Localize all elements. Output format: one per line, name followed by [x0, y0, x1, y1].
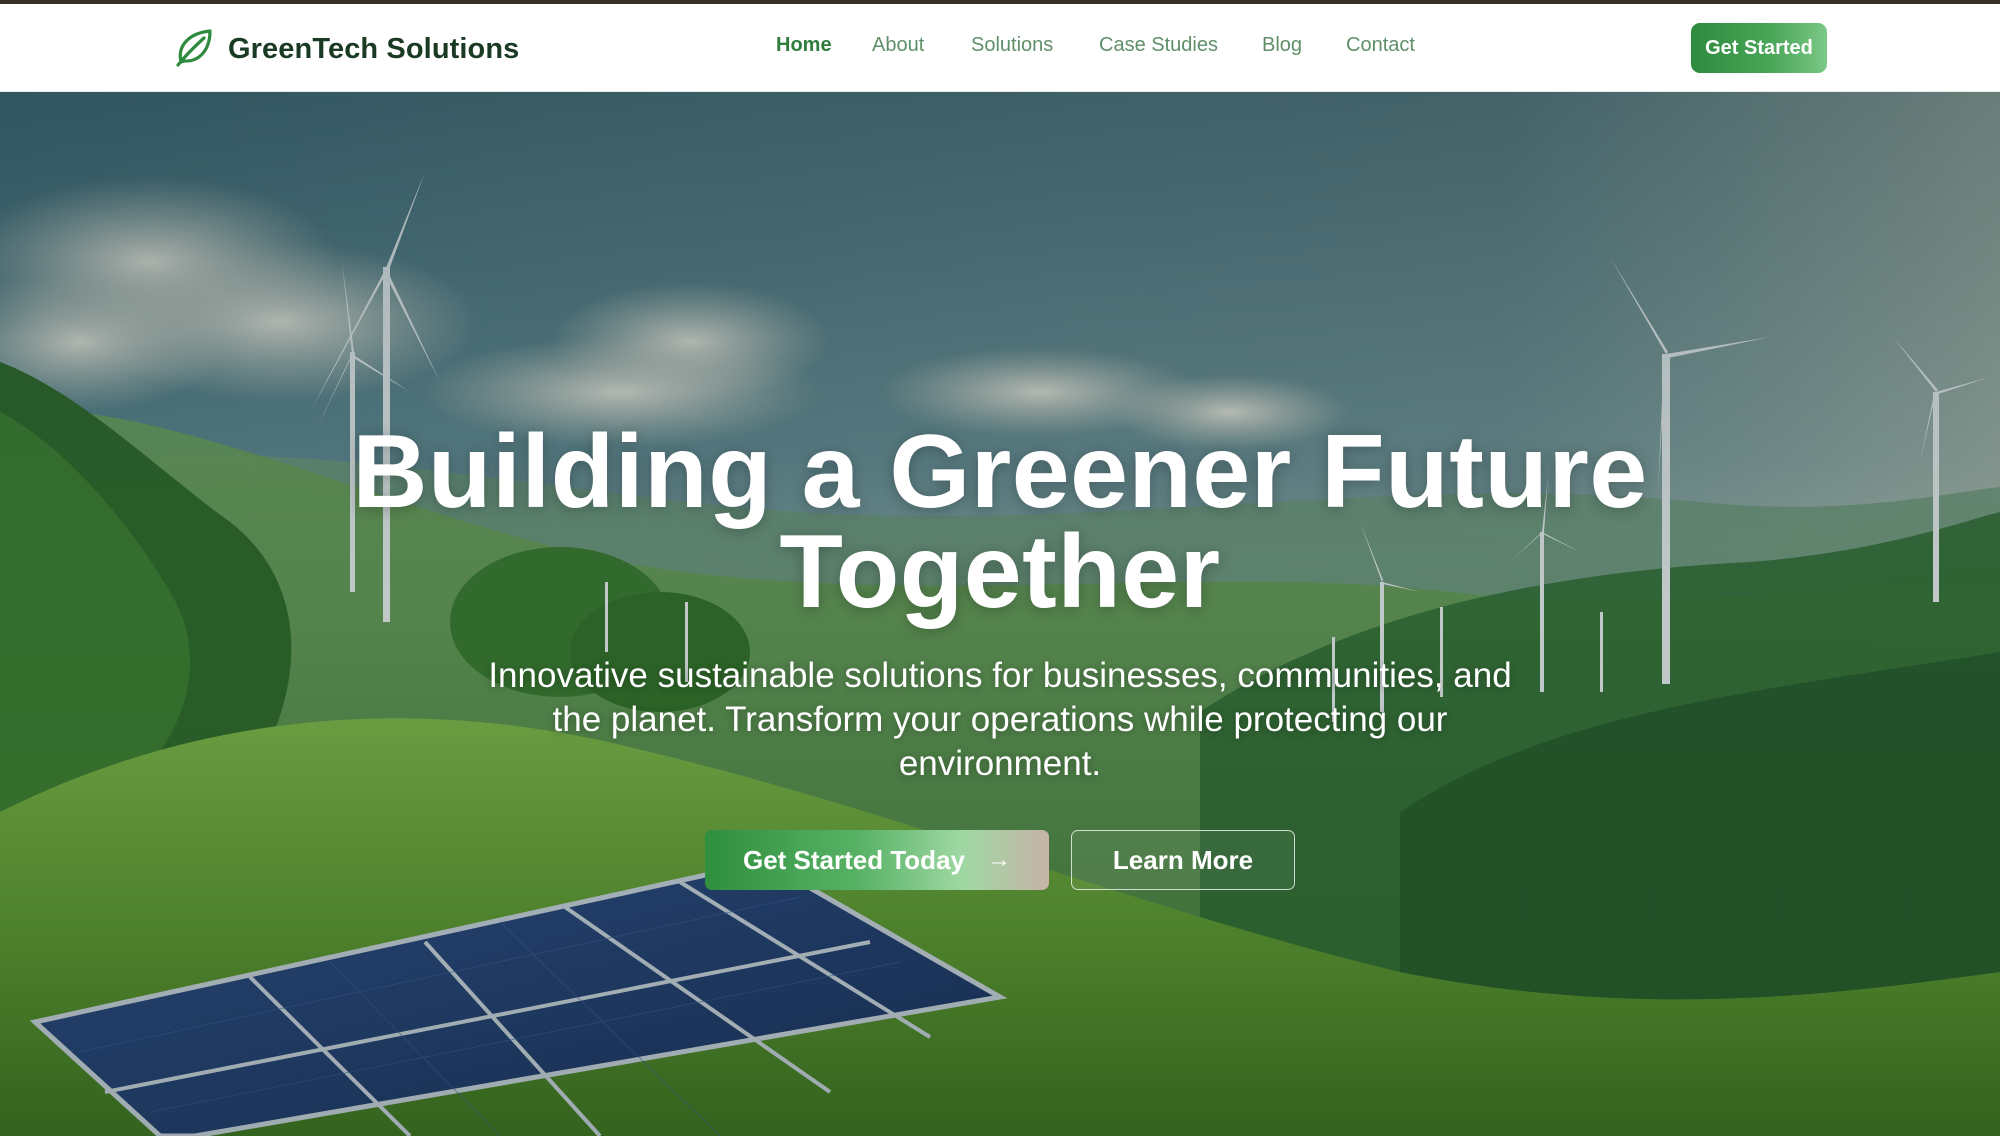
arrow-right-icon: →: [987, 846, 1011, 873]
learn-more-button[interactable]: Learn More: [1071, 830, 1295, 890]
hero-content: Building a Greener Future Together Innov…: [0, 92, 2000, 1136]
hero-buttons: Get Started Today → Learn More: [0, 830, 2000, 890]
nav-link-case-studies[interactable]: Case Studies: [1099, 34, 1218, 57]
hero-subtitle-line-2: the planet. Transform your operations wh…: [552, 700, 1448, 739]
navbar: GreenTech Solutions Home About Solutions…: [0, 4, 2000, 92]
hero-title-line-2: Together: [779, 514, 1221, 630]
hero-title-line-1: Building a Greener Future: [352, 414, 1648, 530]
nav-link-solutions[interactable]: Solutions: [971, 34, 1053, 57]
get-started-today-button[interactable]: Get Started Today →: [705, 830, 1049, 890]
nav-link-contact[interactable]: Contact: [1346, 34, 1415, 57]
hero-subtitle: Innovative sustainable solutions for bus…: [470, 654, 1530, 786]
nav-link-home[interactable]: Home: [776, 34, 832, 57]
hero-title: Building a Greener Future Together: [300, 420, 1700, 624]
get-started-today-label: Get Started Today: [742, 844, 965, 875]
hero-section: Building a Greener Future Together Innov…: [0, 92, 2000, 1136]
nav-link-about[interactable]: About: [872, 34, 924, 57]
hero-subtitle-line-1: Innovative sustainable solutions for bus…: [488, 656, 1512, 695]
nav-link-blog[interactable]: Blog: [1262, 34, 1302, 57]
get-started-button[interactable]: Get Started: [1691, 23, 1827, 73]
hero-subtitle-line-3: environment.: [898, 744, 1102, 783]
